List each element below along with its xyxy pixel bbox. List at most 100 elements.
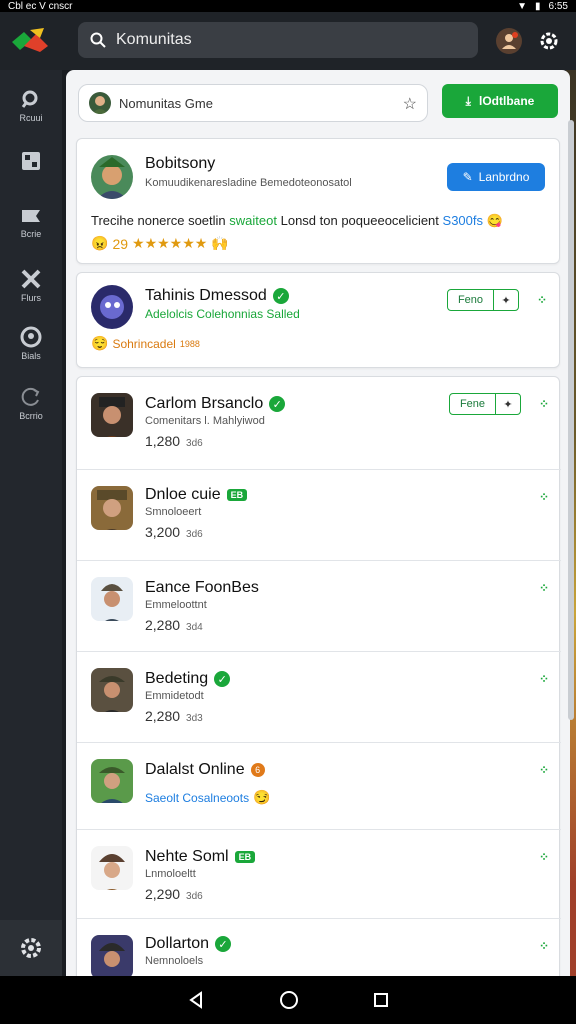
- featured-card[interactable]: Bobitsony Komuudikenaresladine Bemedoteo…: [76, 138, 560, 264]
- group-search-placeholder: Nomunitas Gme: [119, 95, 213, 111]
- sidebar-item-shield[interactable]: Bials: [0, 326, 62, 376]
- list-item[interactable]: Nehte Soml EB Lnmoloeltt 2,290 3d6 ⁘: [77, 830, 561, 918]
- more-icon[interactable]: ⁘: [539, 490, 549, 504]
- grid-icon: [22, 152, 40, 170]
- emoji-icon: 😋: [486, 213, 503, 228]
- sidebar-item-label: Bcrie: [20, 229, 42, 239]
- scrollbar[interactable]: [568, 120, 574, 720]
- more-icon[interactable]: ⁘: [539, 672, 549, 686]
- sidebar-item-label: Bials: [21, 351, 41, 361]
- featured-action-button[interactable]: ✎ Lanbrdno: [447, 163, 545, 191]
- count-unit: 3d6: [186, 438, 203, 449]
- list-item-count: 2,290 3d6: [145, 886, 203, 902]
- follow-button[interactable]: Fene ✦: [449, 393, 521, 415]
- group-search-field[interactable]: Nomunitas Gme ☆: [78, 84, 428, 122]
- community-list: Carlom Brsanclo ✓ Comenitars l. Mahlyiwo…: [76, 376, 561, 976]
- gear-icon[interactable]: [536, 28, 562, 54]
- member-card[interactable]: Tahinis Dmessod ✓ Adelolcis Colehonnias …: [76, 272, 560, 368]
- sidebar-item-label: Rcuui: [19, 113, 43, 123]
- sidebar-item-tools[interactable]: Flurs: [0, 268, 62, 318]
- list-item-name: Dollarton: [145, 935, 210, 952]
- more-icon[interactable]: ⁘: [539, 850, 549, 864]
- badge: EB: [234, 851, 256, 863]
- tools-icon: [21, 269, 41, 289]
- featured-button-label: Lanbrdno: [478, 170, 530, 184]
- badge: EB: [226, 489, 248, 501]
- list-item[interactable]: Bedeting ✓ Emmidetodt 2,280 3d3 ⁘: [77, 652, 561, 742]
- follow-label: Fene: [450, 394, 496, 414]
- sidebar-item-label: Flurs: [21, 293, 41, 303]
- refresh-icon: [21, 387, 40, 406]
- emoji-icon: 😏: [253, 789, 271, 805]
- list-item-subtitle: Emmidetodt: [145, 690, 204, 702]
- more-icon[interactable]: ⁘: [539, 397, 549, 411]
- list-item-name: Eance FoonBes: [145, 579, 259, 596]
- more-icon[interactable]: ⁘: [539, 939, 549, 953]
- community-panel: Nomunitas Gme ☆ ⤓ lOdtlbane Bobitsony Ko…: [66, 70, 570, 976]
- settings-button[interactable]: [0, 920, 62, 976]
- sidebar-item-search[interactable]: Rcuui: [0, 90, 62, 140]
- emoji-icon: 😌: [91, 335, 109, 351]
- list-item-title: Eance FoonBes: [145, 579, 259, 597]
- list-item[interactable]: Dnloe cuie EB Smnoloeert 3,200 3d6 ⁘: [77, 470, 561, 560]
- status-bar: Cbl ec V cnscr ▼ ▮ 6:55: [0, 0, 576, 12]
- gear-icon: [21, 938, 41, 958]
- status-carrier: Cbl ec V cnscr: [8, 0, 73, 12]
- note-small: 1988: [179, 338, 200, 349]
- wifi-icon: ▼: [517, 0, 528, 12]
- back-icon[interactable]: [187, 991, 205, 1009]
- count-unit: 3d4: [186, 622, 203, 633]
- member-count: 3,200: [145, 524, 181, 540]
- avatar: [91, 846, 133, 890]
- more-icon[interactable]: ⁘: [539, 581, 549, 595]
- list-item-count: 3,200 3d6: [145, 524, 203, 540]
- list-item[interactable]: Eance FoonBes Emmeloottnt 2,280 3d4 ⁘: [77, 561, 561, 651]
- member-count: 2,280: [145, 617, 181, 633]
- pencil-icon: ✎: [462, 170, 473, 184]
- featured-description: Trecihe nonerce soetlin swaiteot Lonsd t…: [91, 213, 503, 229]
- star-icon[interactable]: ☆: [403, 94, 417, 114]
- desc-link: S300fs: [442, 213, 484, 228]
- desc-text: Lonsd ton poqueeocelicient: [280, 213, 439, 228]
- list-item-name: Bedeting: [145, 670, 209, 687]
- desc-text: Trecihe nonerce soetlin: [91, 213, 226, 228]
- list-item[interactable]: Dalalst Online 6 Saeolt Cosalneoots 😏 ⁘: [77, 743, 561, 829]
- member-subtitle: Adelolcis Colehonnias Salled: [145, 307, 300, 321]
- list-item-count: 1,280 3d6: [145, 433, 203, 449]
- rating-value: 29: [112, 235, 129, 252]
- sidebar-item-label: Bcrrio: [19, 411, 43, 421]
- list-item-title: Dalalst Online 6: [145, 761, 265, 779]
- note-text: Saeolt Cosalneoots: [145, 790, 250, 805]
- list-item[interactable]: Dollarton ✓ Nemnoloels ⁘: [77, 919, 561, 976]
- search-icon: [90, 32, 106, 48]
- profile-avatar-icon[interactable]: [496, 28, 522, 54]
- more-icon[interactable]: ⁘: [539, 763, 549, 777]
- sidebar-item-grid[interactable]: [0, 150, 62, 200]
- member-count: 2,290: [145, 886, 181, 902]
- count-unit: 3d3: [186, 713, 203, 724]
- list-item-note: Saeolt Cosalneoots 😏: [145, 789, 271, 806]
- home-icon[interactable]: [279, 990, 299, 1010]
- sidebar-item-refresh[interactable]: Bcrrio: [0, 386, 62, 436]
- emoji-icon: 🙌: [211, 235, 229, 251]
- member-note: 😌 Sohrincadel 1988: [91, 335, 200, 352]
- verified-icon: ✓: [269, 396, 286, 412]
- count-unit: 3d6: [186, 891, 203, 902]
- badge: 6: [250, 763, 265, 777]
- sidebar-item-flag[interactable]: Bcrie: [0, 208, 62, 258]
- more-icon[interactable]: ⁘: [537, 293, 547, 307]
- list-item[interactable]: Carlom Brsanclo ✓ Comenitars l. Mahlyiwo…: [77, 377, 561, 469]
- rating-row: 😠 29 ★★★★★★ 🙌: [91, 235, 229, 252]
- list-item-title: Dnloe cuie EB: [145, 486, 248, 504]
- recents-icon[interactable]: [373, 992, 389, 1008]
- app-logo-icon[interactable]: [10, 24, 52, 58]
- list-item-title: Bedeting ✓: [145, 670, 231, 688]
- follow-button[interactable]: Feno ✦: [447, 289, 519, 311]
- download-button[interactable]: ⤓ lOdtlbane: [442, 84, 558, 118]
- list-item-title: Dollarton ✓: [145, 935, 232, 953]
- status-time: 6:55: [548, 0, 568, 12]
- search-input[interactable]: Komunitas: [78, 22, 478, 58]
- note-text: Sohrincadel: [112, 336, 176, 351]
- avatar: [91, 759, 133, 803]
- avatar: [91, 935, 133, 976]
